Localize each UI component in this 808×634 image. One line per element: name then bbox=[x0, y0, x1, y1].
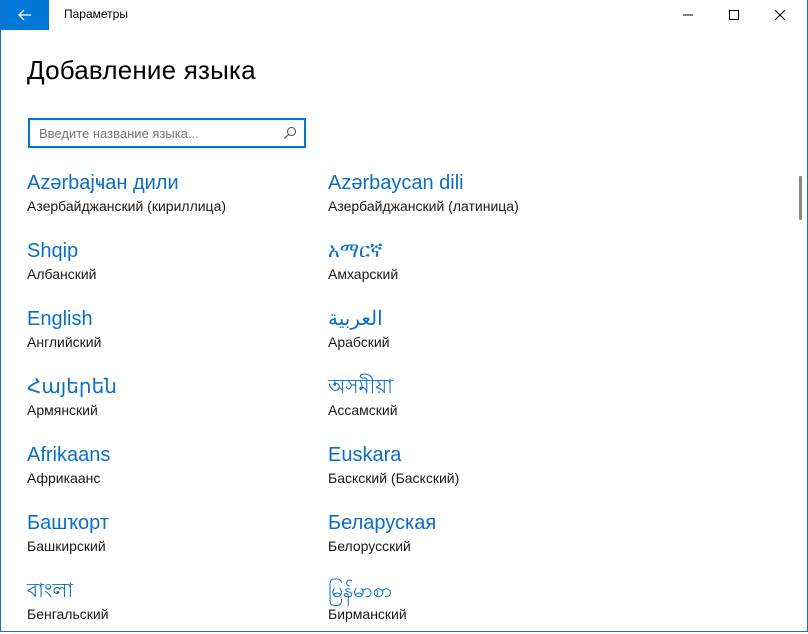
minimize-icon bbox=[683, 14, 693, 16]
window-title: Параметры bbox=[64, 7, 128, 21]
language-native-name: Azərbaјҹан дили bbox=[27, 172, 179, 194]
language-russian-name: Арабский bbox=[328, 334, 390, 350]
language-search-box[interactable] bbox=[28, 118, 306, 148]
language-item[interactable]: English Английский bbox=[27, 306, 317, 362]
language-item[interactable]: Azərbaycan dili Азербайджанский (латиниц… bbox=[328, 170, 618, 226]
close-button[interactable] bbox=[757, 0, 803, 30]
back-arrow-icon bbox=[18, 9, 31, 21]
language-item[interactable]: አማርኛ Амхарский bbox=[328, 238, 618, 294]
language-native-name: မြန်မာစာ bbox=[328, 580, 393, 602]
language-native-name: Shqip bbox=[27, 240, 79, 262]
language-russian-name: Бенгальский bbox=[27, 606, 109, 622]
language-native-name: অসমীয়া bbox=[328, 376, 393, 398]
language-search-input[interactable] bbox=[39, 124, 279, 142]
language-russian-name: Азербайджанский (латиница) bbox=[328, 198, 519, 214]
language-native-name: Azərbaycan dili bbox=[328, 172, 464, 194]
language-item[interactable]: Afrikaans Африкаанс bbox=[27, 442, 317, 498]
language-native-name: Afrikaans bbox=[27, 444, 111, 466]
language-item[interactable]: Azərbaјҹан дили Азербайджанский (кирилли… bbox=[27, 170, 317, 226]
language-item[interactable]: Shqip Албанский bbox=[27, 238, 317, 294]
title-bar: Параметры bbox=[1, 0, 807, 30]
language-russian-name: Африкаанс bbox=[27, 470, 101, 486]
search-icon[interactable] bbox=[283, 126, 297, 140]
language-item[interactable]: العربية Арабский bbox=[328, 306, 618, 362]
back-button[interactable] bbox=[1, 0, 49, 30]
language-russian-name: Армянский bbox=[27, 402, 98, 418]
language-russian-name: Амхарский bbox=[328, 266, 399, 282]
language-russian-name: Белорусский bbox=[328, 538, 411, 554]
language-native-name: Башҡорт bbox=[27, 512, 109, 534]
language-native-name: English bbox=[27, 308, 93, 330]
language-item[interactable]: অসমীয়া Ассамский bbox=[328, 374, 618, 430]
maximize-icon bbox=[729, 10, 739, 20]
language-russian-name: Бирманский bbox=[328, 606, 407, 622]
language-russian-name: Английский bbox=[27, 334, 102, 350]
close-icon bbox=[775, 10, 785, 20]
language-native-name: বাংলা bbox=[27, 580, 74, 602]
language-russian-name: Башкирский bbox=[27, 538, 106, 554]
language-item[interactable]: Euskara Баскский (Баскский) bbox=[328, 442, 618, 498]
language-native-name: العربية bbox=[328, 308, 383, 330]
language-native-name: Euskara bbox=[328, 444, 402, 466]
language-native-name: Հայերեն bbox=[27, 376, 117, 398]
language-russian-name: Баскский (Баскский) bbox=[328, 470, 460, 486]
language-russian-name: Азербайджанский (кириллица) bbox=[27, 198, 227, 214]
maximize-button[interactable] bbox=[711, 0, 757, 30]
language-item[interactable]: Башҡорт Башкирский bbox=[27, 510, 317, 566]
page-title: Добавление языка bbox=[27, 55, 256, 85]
language-item[interactable]: বাংলা Бенгальский bbox=[27, 578, 317, 634]
language-item[interactable]: Հայերեն Армянский bbox=[27, 374, 317, 430]
language-native-name: አማርኛ bbox=[328, 240, 383, 262]
language-russian-name: Ассамский bbox=[328, 402, 398, 418]
language-item[interactable]: Беларуская Белорусский bbox=[328, 510, 618, 566]
language-russian-name: Албанский bbox=[27, 266, 97, 282]
language-native-name: Беларуская bbox=[328, 512, 437, 534]
settings-window: Параметры Добавление языка Azərbaјҹан ди… bbox=[0, 0, 808, 632]
minimize-button[interactable] bbox=[665, 0, 711, 30]
language-item[interactable]: မြန်မာစာ Бирманский bbox=[328, 578, 618, 634]
vertical-scrollbar[interactable] bbox=[799, 176, 802, 220]
